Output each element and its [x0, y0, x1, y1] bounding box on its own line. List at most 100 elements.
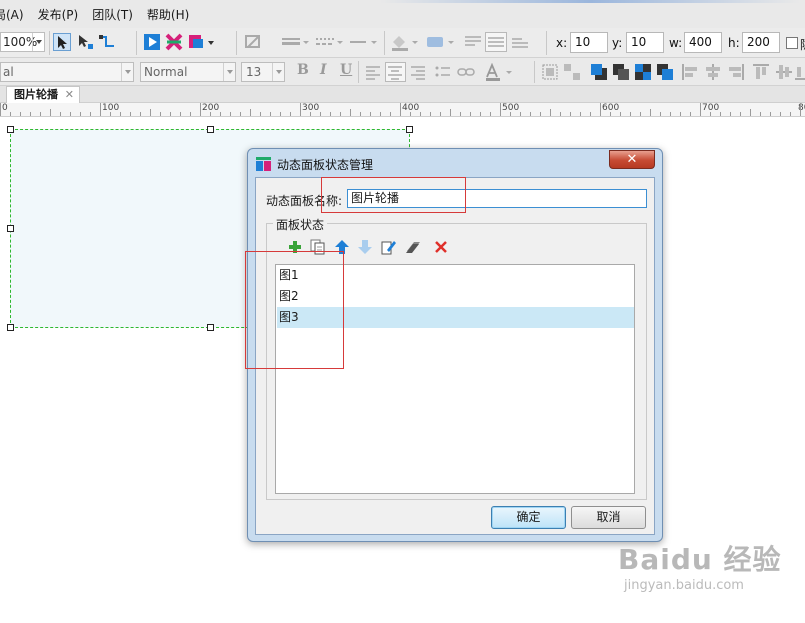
ruler-tick: [0, 103, 1, 116]
font-size-select[interactable]: 13: [241, 62, 285, 82]
bullet-list-button[interactable]: [434, 63, 452, 81]
align-middle-button[interactable]: [485, 32, 507, 52]
share-icon: [165, 33, 183, 51]
share-button[interactable]: [165, 33, 183, 51]
ruler-tick: [590, 112, 591, 116]
ruler-tick: [300, 103, 301, 116]
align-objects-middle-icon: [776, 65, 792, 79]
tab-page[interactable]: 图片轮播 ✕: [6, 86, 80, 103]
resize-handle[interactable]: [7, 225, 14, 232]
ruler-tick: [230, 112, 231, 116]
ungroup-button[interactable]: [563, 63, 581, 81]
separator: [384, 31, 385, 55]
align-objects-right-button[interactable]: [727, 63, 745, 81]
ruler-tick: [220, 112, 221, 116]
bring-front-button[interactable]: [590, 63, 608, 81]
cancel-button[interactable]: 取消: [571, 506, 646, 529]
align-right-button[interactable]: [409, 63, 427, 81]
resize-handle[interactable]: [207, 126, 214, 133]
w-input[interactable]: 400: [684, 32, 722, 53]
fill-style-button[interactable]: [244, 33, 262, 51]
line-weight-button[interactable]: [281, 33, 311, 51]
resize-handle[interactable]: [406, 126, 413, 133]
resize-handle[interactable]: [7, 126, 14, 133]
underline-button[interactable]: U: [340, 62, 352, 78]
ruler-tick: [150, 109, 151, 116]
connector-mode-button[interactable]: [76, 33, 94, 51]
line-style-button[interactable]: [315, 33, 345, 51]
font-style-select[interactable]: Normal: [140, 62, 236, 82]
menu-publish[interactable]: 发布(P): [38, 6, 79, 23]
ruler-tick: [420, 112, 421, 116]
italic-button[interactable]: I: [320, 62, 327, 78]
align-bottom-button[interactable]: [510, 33, 530, 51]
w-label: w:: [669, 36, 683, 50]
pen-icon: [245, 35, 260, 48]
delete-state-icon[interactable]: [433, 239, 449, 255]
bring-forward-button[interactable]: [612, 63, 630, 81]
horizontal-ruler: 0 100 200 300 400 500 600 700 800: [0, 103, 805, 117]
ruler-tick: [800, 103, 801, 116]
shadow-button[interactable]: [426, 33, 456, 51]
link-button[interactable]: [457, 63, 475, 81]
text-color-button[interactable]: [484, 62, 514, 81]
menu-layout[interactable]: 局(A): [0, 6, 24, 23]
dialog-close-button[interactable]: ✕: [609, 150, 655, 169]
align-objects-left-button[interactable]: [681, 63, 699, 81]
h-input[interactable]: 200: [742, 32, 780, 53]
ok-button[interactable]: 确定: [491, 506, 566, 529]
ruler-tick: [100, 103, 101, 116]
send-backward-button[interactable]: [634, 63, 652, 81]
ruler-tick: [320, 112, 321, 116]
group-button[interactable]: [541, 63, 559, 81]
publish-button[interactable]: [188, 33, 216, 51]
ruler-tick: [570, 112, 571, 116]
separator: [236, 31, 237, 55]
align-top-button[interactable]: [463, 33, 483, 51]
ruler-tick: [10, 112, 11, 116]
arrow-style-button[interactable]: [349, 33, 379, 51]
ruler-tick: [780, 112, 781, 116]
ruler-tick: [440, 112, 441, 116]
x-label: x:: [556, 36, 568, 50]
chevron-down-icon: [32, 33, 44, 51]
ruler-tick: [450, 109, 451, 116]
menu-team[interactable]: 团队(T): [92, 6, 133, 23]
ruler-tick: [620, 112, 621, 116]
watermark-main: Baidu 经验: [618, 543, 782, 576]
edit-all-states-icon[interactable]: [405, 239, 421, 255]
select-mode-button[interactable]: [53, 33, 71, 51]
ruler-tick: [560, 112, 561, 116]
connector-tool-button[interactable]: [98, 33, 116, 51]
resize-handle[interactable]: [207, 324, 214, 331]
dialog-title: 动态面板状态管理: [277, 158, 374, 172]
separator: [49, 31, 50, 55]
preview-button[interactable]: [143, 33, 161, 51]
ruler-tick: [660, 112, 661, 116]
align-objects-middle-button[interactable]: [775, 63, 793, 81]
close-icon[interactable]: ✕: [65, 87, 74, 103]
ruler-tick: [370, 112, 371, 116]
align-center-button[interactable]: [385, 62, 406, 82]
align-left-button[interactable]: [364, 63, 382, 81]
pointer-icon: [58, 36, 67, 49]
align-objects-bottom-button[interactable]: [795, 63, 805, 81]
send-back-button[interactable]: [656, 63, 674, 81]
resize-handle[interactable]: [7, 324, 14, 331]
ruler-tick: [200, 103, 201, 116]
font-family-select[interactable]: al: [0, 62, 134, 82]
menu-help[interactable]: 帮助(H): [147, 6, 189, 23]
zoom-select[interactable]: 100%: [0, 32, 45, 52]
x-input[interactable]: 10: [570, 32, 608, 53]
ruler-tick: [20, 112, 21, 116]
ruler-tick: [90, 112, 91, 116]
align-objects-center-button[interactable]: [704, 63, 722, 81]
fill-color-button[interactable]: [390, 33, 420, 51]
ruler-tick: [70, 112, 71, 116]
hidden-checkbox[interactable]: [786, 37, 798, 49]
align-objects-top-button[interactable]: [752, 63, 770, 81]
bold-button[interactable]: B: [297, 62, 309, 78]
edit-state-icon[interactable]: [381, 239, 397, 255]
move-down-icon[interactable]: [357, 239, 373, 255]
y-input[interactable]: 10: [626, 32, 664, 53]
